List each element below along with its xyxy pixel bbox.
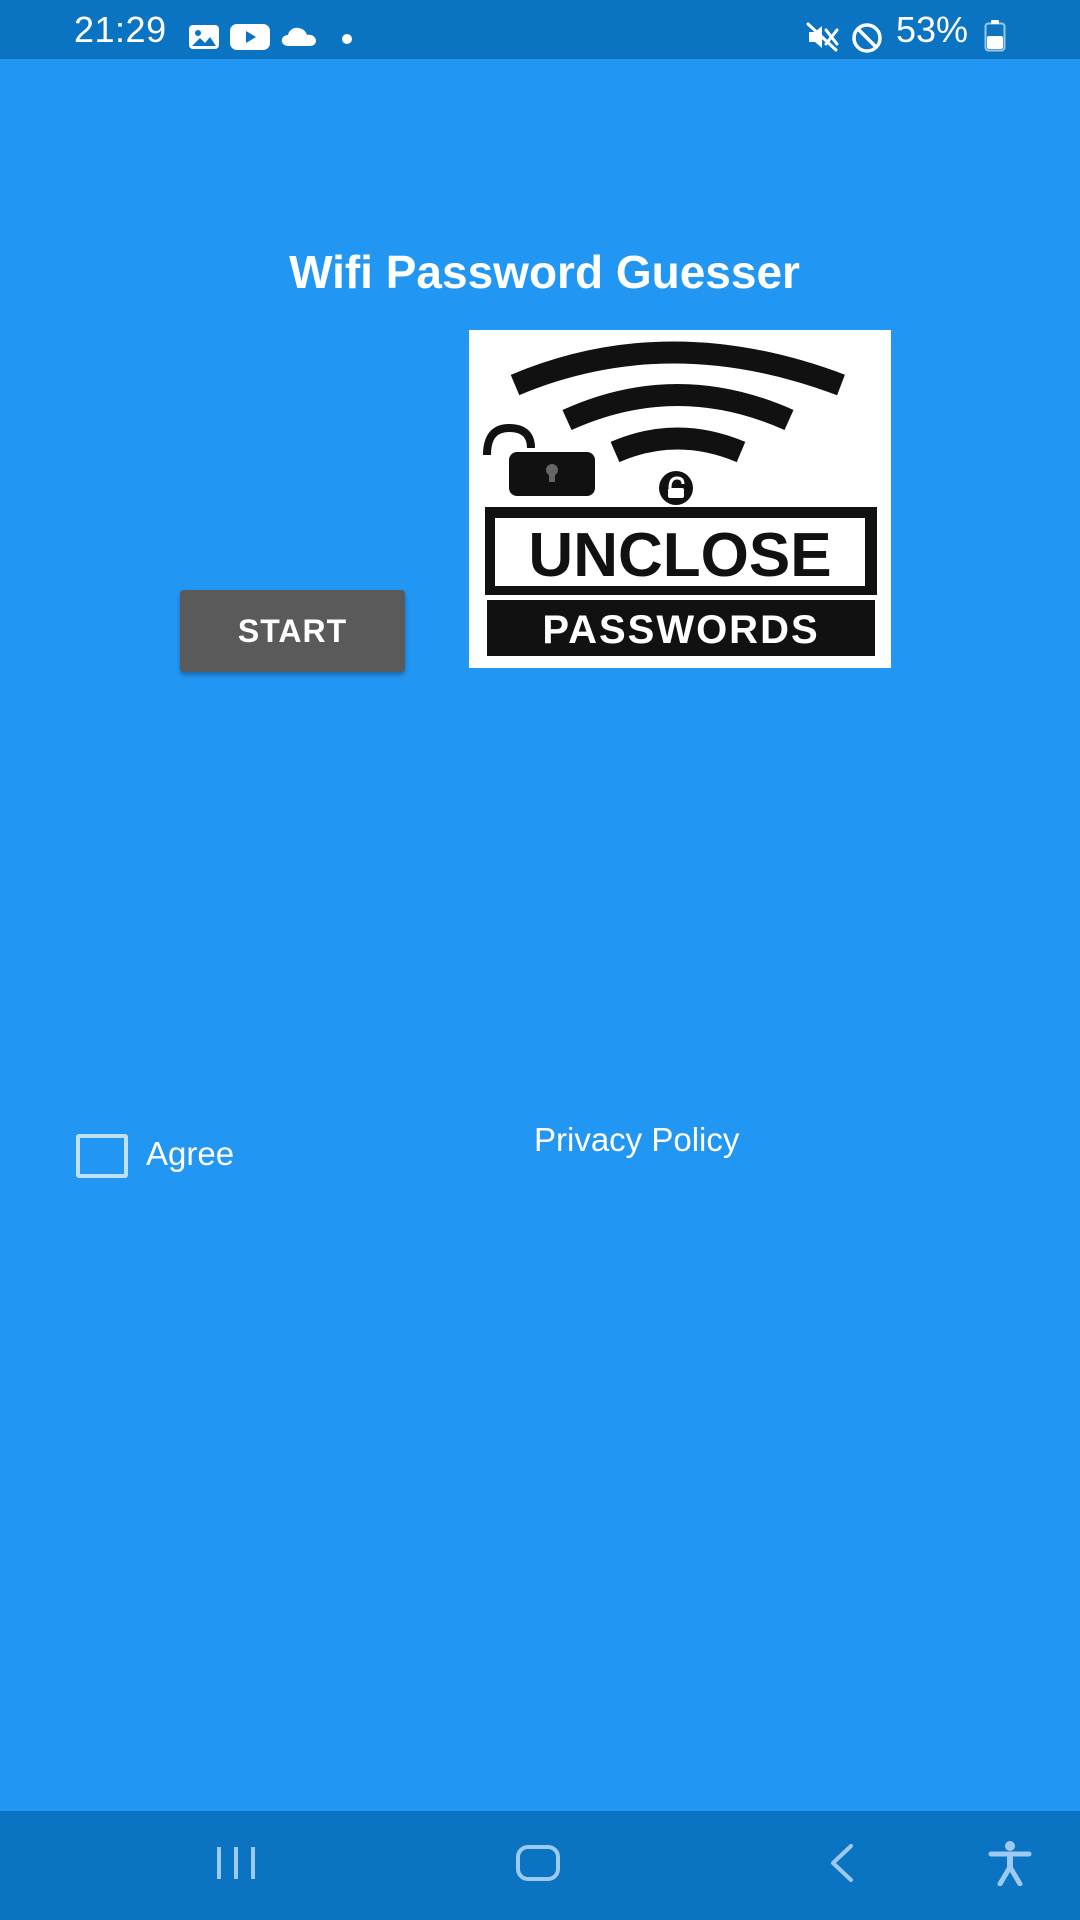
agree-checkbox[interactable]: [76, 1134, 128, 1178]
battery-percent: 53%: [896, 9, 969, 50]
back-icon: [825, 1843, 859, 1888]
navigation-bar: [0, 1811, 1080, 1920]
gallery-icon: [188, 24, 220, 55]
accessibility-button[interactable]: [960, 1811, 1060, 1920]
logo-line2: PASSWORDS: [542, 608, 819, 652]
privacy-policy-link[interactable]: Privacy Policy: [534, 1120, 739, 1160]
home-icon: [514, 1843, 562, 1888]
dot-icon: [341, 32, 353, 50]
unclose-passwords-logo: UNCLOSE PASSWORDS: [469, 330, 891, 668]
battery-icon: [984, 20, 1006, 57]
app-title: Wifi Password Guesser: [289, 246, 800, 298]
start-button[interactable]: START: [180, 590, 405, 672]
recent-apps-button[interactable]: [186, 1811, 286, 1920]
accessibility-icon: [988, 1840, 1032, 1891]
recent-apps-icon: [213, 1845, 259, 1886]
do-not-disturb-icon: [851, 22, 883, 59]
status-bar: 21:29 53%: [0, 0, 1080, 59]
home-button[interactable]: [488, 1811, 588, 1920]
vibrate-mute-icon: [806, 22, 840, 57]
status-time: 21:29: [74, 9, 167, 50]
agree-label[interactable]: Agree: [146, 1134, 234, 1174]
youtube-icon: [230, 24, 270, 55]
back-button[interactable]: [792, 1811, 892, 1920]
logo-line1: UNCLOSE: [528, 521, 831, 590]
cloud-icon: [280, 26, 318, 53]
